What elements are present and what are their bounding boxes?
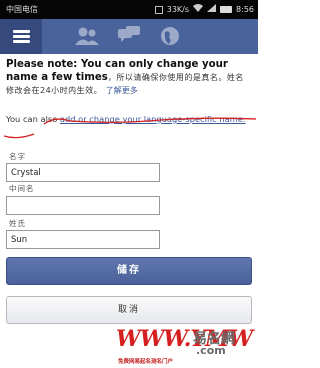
signal-icon bbox=[207, 0, 217, 19]
first-name-label: 名字 bbox=[9, 152, 26, 161]
carrier-name: 中国电信 bbox=[6, 5, 38, 14]
globe-icon[interactable] bbox=[160, 26, 180, 50]
middle-name-label: 中间名 bbox=[9, 184, 35, 193]
middle-name-input[interactable] bbox=[6, 196, 160, 215]
cancel-button[interactable]: 取消 bbox=[6, 296, 252, 324]
notification-icon bbox=[154, 5, 163, 14]
battery-icon bbox=[220, 6, 233, 13]
first-name-input[interactable] bbox=[6, 163, 160, 182]
status-bar: 中国电信 33K/s 8:56 bbox=[0, 0, 258, 19]
watermark-domain: .com bbox=[196, 344, 226, 357]
last-name-input[interactable] bbox=[6, 230, 160, 249]
wifi-icon bbox=[193, 0, 204, 19]
last-name-label: 姓氏 bbox=[9, 219, 26, 228]
hamburger-icon[interactable] bbox=[0, 19, 42, 54]
language-name-note: You can also add or change your language… bbox=[6, 113, 252, 125]
watermark-slogan: 免费网易起名测名门户 bbox=[118, 359, 174, 365]
name-change-notice: Please note: You can only change your na… bbox=[6, 58, 252, 97]
network-speed: 33K/s bbox=[166, 5, 190, 14]
language-note-prefix: You can also bbox=[6, 114, 60, 124]
watermark-logo: WWW.YMW 易名網 .com 免费网易起名测名门户 bbox=[116, 326, 258, 368]
messages-icon[interactable] bbox=[118, 26, 140, 50]
language-specific-name-link[interactable]: add or change your language-specific nam… bbox=[60, 114, 246, 124]
friends-icon[interactable] bbox=[74, 26, 100, 50]
top-navbar bbox=[0, 19, 258, 54]
status-indicators: 33K/s 8:56 bbox=[154, 0, 254, 19]
learn-more-link[interactable]: 了解更多 bbox=[106, 86, 138, 95]
save-button[interactable]: 储存 bbox=[6, 257, 252, 285]
clock: 8:56 bbox=[236, 5, 254, 14]
